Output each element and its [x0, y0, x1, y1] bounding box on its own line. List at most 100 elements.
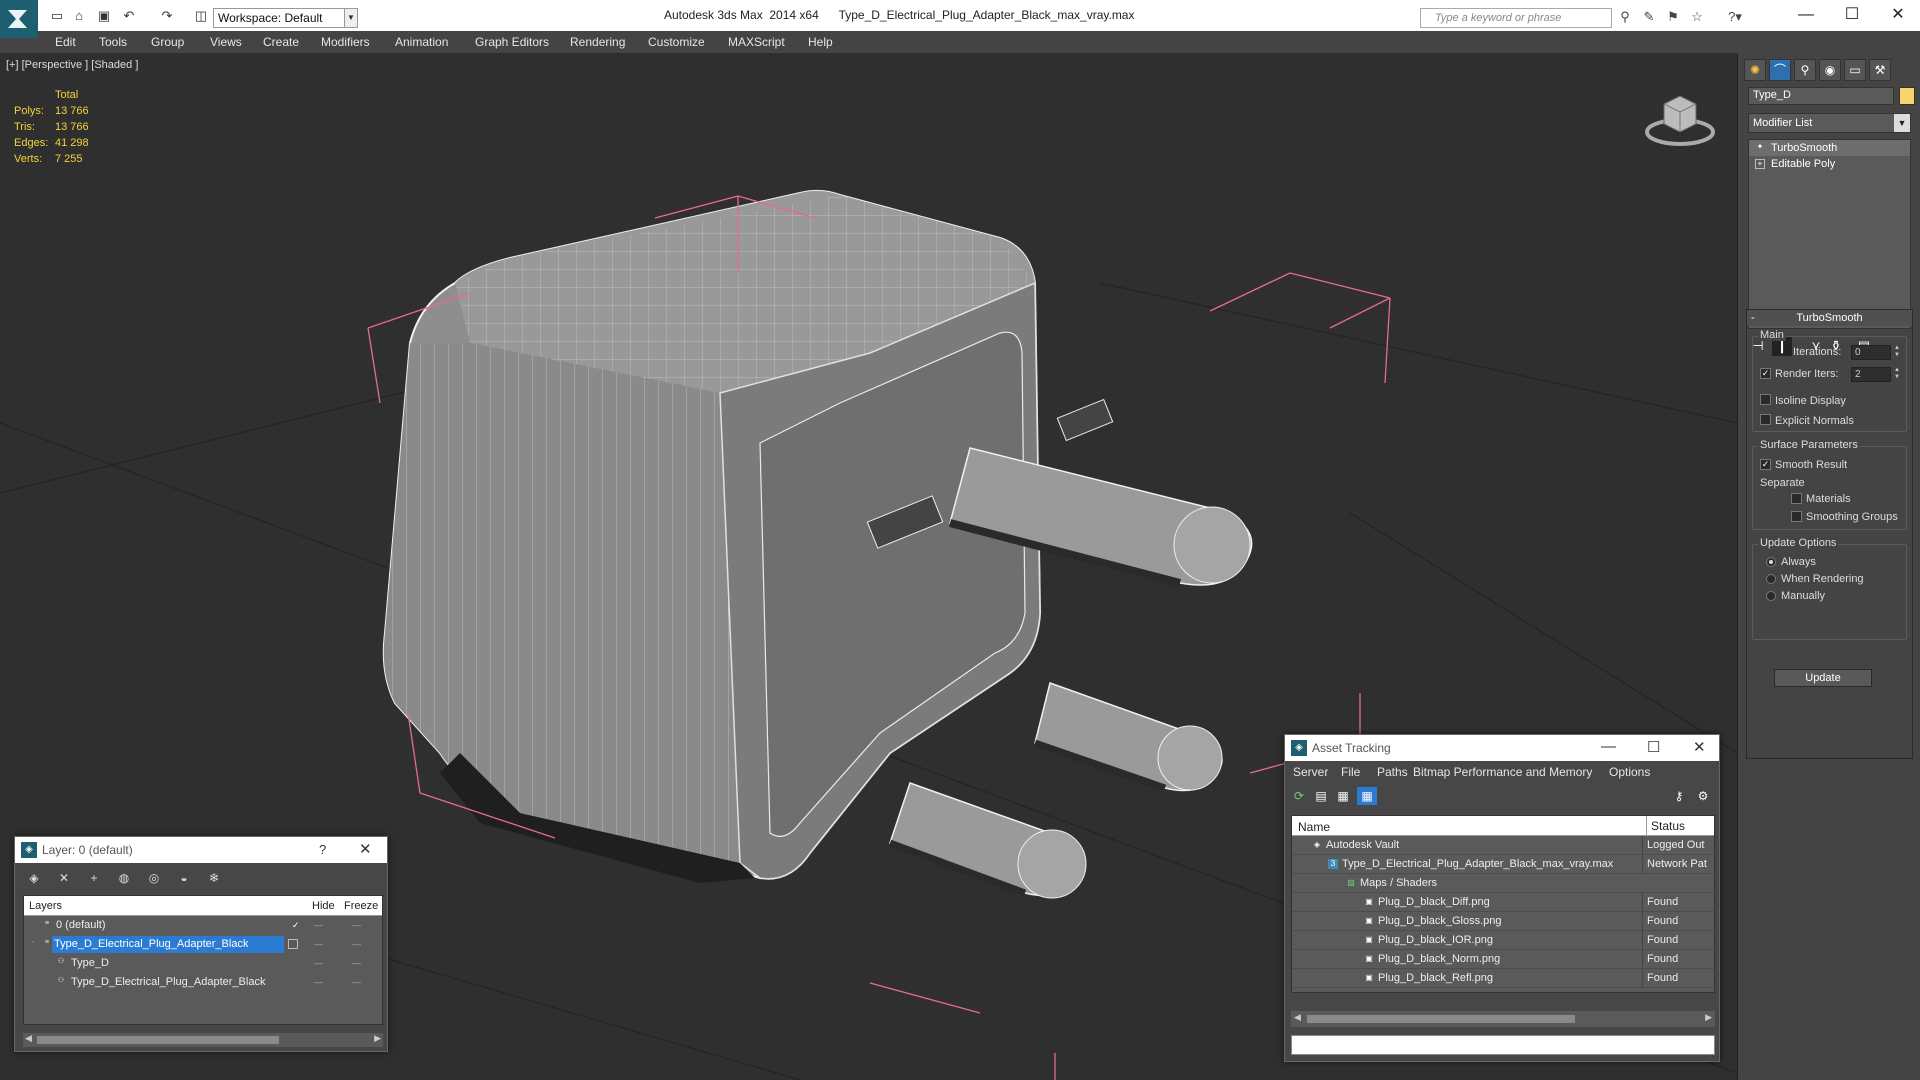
- thumbnail-view-icon[interactable]: ▦: [1333, 787, 1353, 805]
- menu-edit[interactable]: Edit: [55, 35, 76, 49]
- layer-row[interactable]: ⚇ Type_D — —: [24, 954, 382, 973]
- new-layer-icon[interactable]: ◈: [25, 871, 43, 887]
- hierarchy-tab-icon[interactable]: ⚲: [1794, 59, 1816, 81]
- create-tab-icon[interactable]: ✺: [1744, 59, 1766, 81]
- stack-item-turbosmooth[interactable]: ✦ TurboSmooth: [1749, 140, 1910, 156]
- scrollbar-thumb[interactable]: [37, 1036, 279, 1044]
- scroll-left-icon[interactable]: ◀: [1294, 1012, 1301, 1023]
- col-name[interactable]: Name: [1298, 820, 1330, 834]
- subscription-icon[interactable]: ✎: [1640, 9, 1658, 25]
- new-file-icon[interactable]: ▭: [48, 8, 66, 24]
- save-file-icon[interactable]: ▣: [95, 8, 113, 24]
- materials-checkbox[interactable]: [1791, 493, 1802, 504]
- freeze-toggle[interactable]: —: [352, 935, 361, 954]
- refresh-icon[interactable]: ⟳: [1289, 787, 1309, 805]
- manually-radio[interactable]: [1766, 591, 1776, 601]
- table-view-icon[interactable]: ▦: [1357, 787, 1377, 805]
- hide-toggle[interactable]: —: [314, 935, 323, 954]
- chevron-down-icon[interactable]: ▼: [1894, 114, 1910, 132]
- col-status[interactable]: Status: [1646, 816, 1685, 836]
- object-color-swatch[interactable]: [1899, 87, 1915, 105]
- workspace-dropdown[interactable]: Workspace: Default: [213, 8, 351, 28]
- asset-menu-options[interactable]: Options: [1609, 765, 1650, 779]
- app-menu-button[interactable]: [0, 0, 38, 38]
- undo-icon[interactable]: ↶: [120, 8, 138, 24]
- project-folder-icon[interactable]: ◫: [192, 8, 210, 24]
- hide-toggle[interactable]: —: [314, 973, 323, 992]
- layer-row[interactable]: ≡ 0 (default) ✓ — —: [24, 916, 382, 935]
- smooth-result-checkbox[interactable]: ✓: [1760, 459, 1771, 470]
- close-window-button[interactable]: ✕: [1878, 4, 1918, 26]
- expand-plus-icon[interactable]: +: [1755, 159, 1765, 169]
- menu-customize[interactable]: Customize: [648, 35, 705, 49]
- utilities-tab-icon[interactable]: ⚒: [1869, 59, 1891, 81]
- scroll-right-icon[interactable]: ▶: [1705, 1012, 1712, 1023]
- add-to-layer-icon[interactable]: +: [85, 871, 103, 887]
- asset-menu-file[interactable]: File: [1341, 765, 1360, 779]
- layer-row[interactable]: - ≡ Type_D_Electrical_Plug_Adapter_Black…: [24, 935, 382, 954]
- freeze-toggle[interactable]: —: [352, 973, 361, 992]
- modifier-list-dropdown[interactable]: Modifier List ▼: [1748, 113, 1911, 133]
- asset-list-scrollbar[interactable]: ◀ ▶: [1291, 1011, 1715, 1027]
- menu-graph-editors[interactable]: Graph Editors: [475, 35, 549, 49]
- active-layer-check-icon[interactable]: ✓: [292, 916, 300, 935]
- favorites-star-icon[interactable]: ☆: [1688, 9, 1706, 25]
- viewport-label-menu[interactable]: [+] [Perspective ] [Shaded ]: [6, 59, 138, 71]
- menu-rendering[interactable]: Rendering: [570, 35, 625, 49]
- col-layers[interactable]: Layers: [29, 900, 62, 912]
- rollout-header[interactable]: - TurboSmooth: [1747, 310, 1912, 326]
- freeze-all-layers-icon[interactable]: ❄: [205, 871, 223, 887]
- when-rendering-radio[interactable]: [1766, 574, 1776, 584]
- render-iters-checkbox[interactable]: ✓: [1760, 368, 1771, 379]
- hide-all-layers-icon[interactable]: ◒: [175, 871, 193, 887]
- menu-help[interactable]: Help: [808, 35, 833, 49]
- render-iters-spinner[interactable]: 2: [1851, 367, 1891, 382]
- select-in-layer-icon[interactable]: ◍: [115, 871, 133, 887]
- communication-icon[interactable]: ⚑: [1664, 9, 1682, 25]
- redo-icon[interactable]: ↷: [158, 8, 176, 24]
- minimize-icon[interactable]: —: [1601, 738, 1616, 755]
- help-button[interactable]: ?: [319, 842, 326, 857]
- modify-tab-icon[interactable]: ⌒: [1769, 59, 1791, 81]
- close-icon[interactable]: ✕: [359, 840, 372, 858]
- spinner-arrows-icon[interactable]: ▲ ▼: [1892, 345, 1902, 360]
- scroll-left-icon[interactable]: ◀: [25, 1033, 32, 1044]
- vault-settings-icon[interactable]: ⚙: [1693, 787, 1713, 805]
- asset-panel-titlebar[interactable]: ◈ Asset Tracking — ☐ ✕: [1285, 735, 1719, 761]
- asset-menu-bitmap[interactable]: Bitmap Performance and Memory: [1413, 765, 1592, 779]
- asset-path-field[interactable]: [1291, 1035, 1715, 1055]
- list-view-icon[interactable]: ▤: [1311, 787, 1331, 805]
- vault-login-icon[interactable]: ⚷: [1669, 787, 1689, 805]
- display-tab-icon[interactable]: ▭: [1844, 59, 1866, 81]
- minimize-button[interactable]: —: [1786, 4, 1826, 26]
- menu-create[interactable]: Create: [263, 35, 299, 49]
- scroll-right-icon[interactable]: ▶: [374, 1033, 381, 1044]
- asset-row[interactable]: ▣ Plug_D_black_Gloss.png Found: [1292, 912, 1714, 931]
- col-freeze[interactable]: Freeze: [344, 900, 378, 912]
- lightbulb-icon[interactable]: ✦: [1755, 143, 1765, 153]
- collapse-icon[interactable]: -: [28, 939, 38, 949]
- layer-panel-titlebar[interactable]: ◈ Layer: 0 (default) ? ✕: [15, 837, 387, 863]
- hide-toggle[interactable]: —: [314, 916, 323, 935]
- binoculars-icon[interactable]: ⚲: [1616, 9, 1634, 25]
- iterations-spinner[interactable]: 0: [1851, 345, 1891, 360]
- scrollbar-thumb[interactable]: [1307, 1015, 1575, 1023]
- menu-maxscript[interactable]: MAXScript: [728, 35, 785, 49]
- asset-row[interactable]: ▨ Maps / Shaders: [1292, 874, 1714, 893]
- explicit-normals-checkbox[interactable]: [1760, 414, 1771, 425]
- maximize-button[interactable]: ☐: [1832, 4, 1872, 26]
- object-name-field[interactable]: Type_D: [1748, 87, 1894, 105]
- set-current-layer-icon[interactable]: [288, 939, 298, 949]
- asset-row[interactable]: ▣ Plug_D_black_Norm.png Found: [1292, 950, 1714, 969]
- update-button[interactable]: Update: [1774, 669, 1872, 687]
- menu-views[interactable]: Views: [210, 35, 242, 49]
- close-icon[interactable]: ✕: [1693, 738, 1706, 756]
- layer-list-scrollbar[interactable]: ◀ ▶: [23, 1033, 383, 1047]
- hide-toggle[interactable]: —: [314, 954, 323, 973]
- keyword-search-input[interactable]: [1420, 8, 1612, 28]
- always-radio[interactable]: [1766, 557, 1776, 567]
- asset-row[interactable]: ▣ Plug_D_black_Refl.png Found: [1292, 969, 1714, 988]
- viewcube-icon[interactable]: [1642, 86, 1718, 150]
- open-file-icon[interactable]: ⌂: [70, 8, 88, 24]
- delete-layer-icon[interactable]: ✕: [55, 871, 73, 887]
